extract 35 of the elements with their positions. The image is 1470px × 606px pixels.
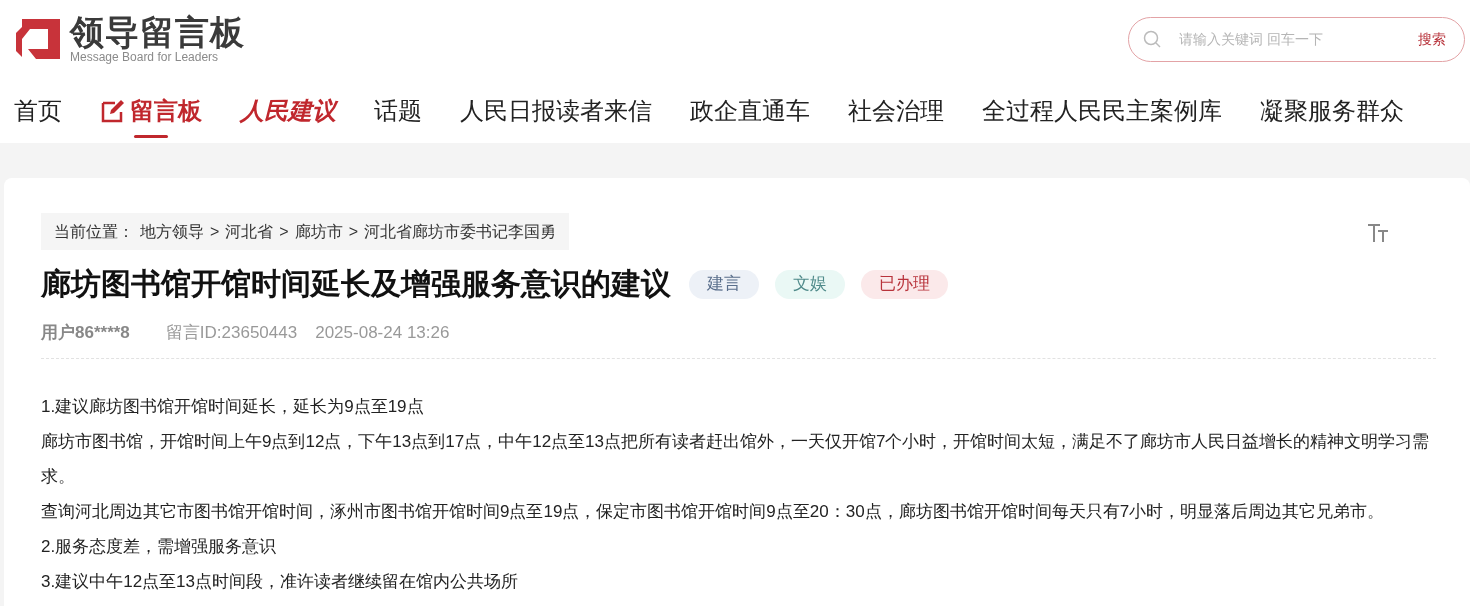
nav-link[interactable]: 社会治理 xyxy=(848,81,944,141)
font-size-icon[interactable] xyxy=(1367,223,1389,243)
tag: 文娱 xyxy=(775,269,845,299)
search-icon xyxy=(1143,30,1161,48)
breadcrumb-link[interactable]: 河北省 xyxy=(225,219,274,244)
breadcrumb-separator: > xyxy=(279,221,289,242)
breadcrumb-link[interactable]: 地方领导 xyxy=(140,219,204,244)
post-title: 廊坊图书馆开馆时间延长及增强服务意识的建议 xyxy=(41,266,671,302)
tag: 已办理 xyxy=(861,269,948,299)
breadcrumb-link[interactable]: 廊坊市 xyxy=(294,219,343,244)
body-paragraph: 3.建议中午12点至13点时间段，准许读者继续留在馆内公共场所 xyxy=(41,570,519,593)
body-paragraph: 查询河北周边其它市图书馆开馆时间，涿州市图书馆开馆时间9点至19点，保定市图书馆开馆时间9点至20：30点，廊坊图书馆开馆时间每天只有7小时，明显落后周边其它兄弟市。 xyxy=(41,500,1386,523)
nav-link[interactable]: 政企直通车 xyxy=(690,81,810,141)
active-underline xyxy=(134,135,168,138)
search-button[interactable]: 搜索 xyxy=(1418,28,1446,50)
breadcrumb-link[interactable]: 河北省廊坊市委书记李国勇 xyxy=(364,219,557,244)
nav-link[interactable]: 首页 xyxy=(14,81,62,141)
edit-icon xyxy=(100,98,126,124)
nav-link[interactable]: 留言板 xyxy=(100,81,202,141)
post-time: 2025-08-24 13:26 xyxy=(315,322,450,344)
body-paragraph: 廊坊市图书馆，开馆时间上午9点到12点，下午13点到17点，中午12点至13点把所有读者赶出馆外，一天仅开馆7个小时，开馆时间太短，满足不了廊坊市人民日益增长的精神文明学习需求。 xyxy=(41,430,1431,488)
user-name: 用户86****8 xyxy=(41,322,130,344)
nav-link[interactable]: 话题 xyxy=(374,81,422,141)
breadcrumb-separator: > xyxy=(348,221,359,242)
body-paragraph: 2.服务态度差，需增强服务意识 xyxy=(41,535,278,558)
breadcrumb-label: 当前位置： xyxy=(54,221,134,242)
logo-title: 领导留言板 xyxy=(70,14,245,50)
body-paragraph: 1.建议廊坊图书馆开馆时间延长，延长为9点至19点 xyxy=(41,395,425,418)
nav-link[interactable]: 人民日报读者来信 xyxy=(460,81,652,141)
tag: 建言 xyxy=(689,269,759,299)
nav-link[interactable]: 全过程人民民主案例库 xyxy=(982,81,1222,141)
breadcrumb-separator: > xyxy=(210,221,220,242)
logo-subtitle: Message Board for Leaders xyxy=(70,50,220,64)
nav-link[interactable]: 凝聚服务群众 xyxy=(1260,81,1404,141)
post-id: 留言ID:23650443 xyxy=(165,322,298,344)
